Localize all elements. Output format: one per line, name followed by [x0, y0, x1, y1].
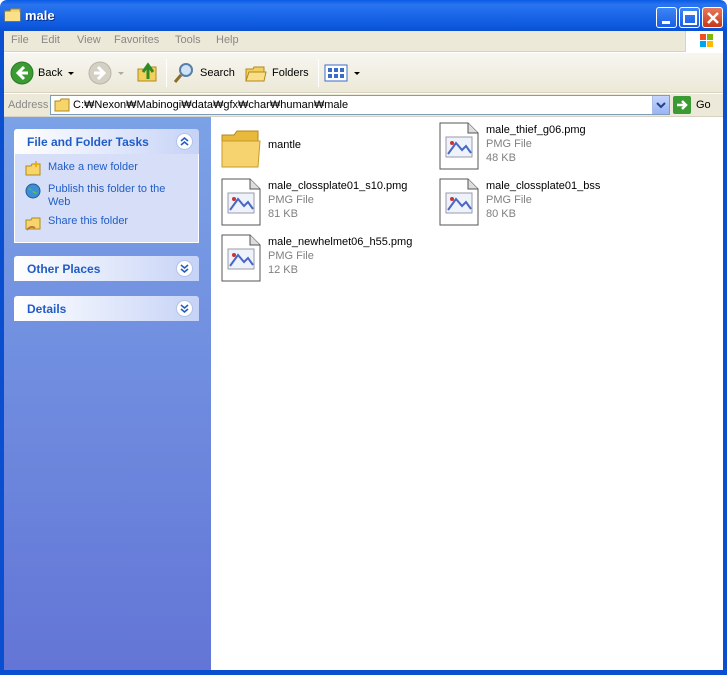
menu-view[interactable]: View	[77, 34, 101, 46]
task-pane: File and Folder Tasks Make a new folder …	[4, 117, 211, 670]
panel-title: Details	[27, 302, 67, 316]
toolbar-separator	[318, 59, 319, 87]
address-input[interactable]: C:₩Nexon₩Mabinogi₩data₩gfx₩char₩human₩ma…	[50, 95, 670, 115]
details-header[interactable]: Details	[14, 296, 199, 321]
close-icon	[707, 12, 719, 24]
folder-icon	[4, 8, 21, 22]
up-folder-icon	[137, 62, 157, 82]
go-arrow-icon	[673, 96, 691, 114]
task-make-new-folder[interactable]: Make a new folder	[25, 161, 190, 177]
file-name: male_newhelmet06_h55.pmg	[268, 236, 413, 248]
file-size: 80 KB	[486, 208, 516, 220]
maximize-button[interactable]	[679, 7, 700, 28]
folder-icon	[221, 130, 261, 168]
file-size: 81 KB	[268, 208, 298, 220]
chevron-down-icon[interactable]	[354, 71, 360, 75]
file-icon	[221, 234, 261, 282]
file-name: male_clossplate01_s10.pmg	[268, 180, 408, 192]
expand-icon[interactable]	[176, 260, 193, 277]
file-type: PMG File	[268, 250, 314, 262]
file-icon	[221, 178, 261, 226]
windows-logo-icon	[685, 31, 723, 52]
forward-button[interactable]	[88, 59, 124, 87]
other-places-panel: Other Places	[14, 256, 199, 281]
views-button[interactable]	[324, 59, 360, 87]
back-button[interactable]: Back	[10, 59, 75, 87]
folder-item[interactable]: mantle	[220, 123, 430, 175]
file-type: PMG File	[486, 194, 532, 206]
menu-help[interactable]: Help	[216, 34, 239, 46]
task-label: Make a new folder	[48, 161, 138, 173]
search-label: Search	[200, 67, 235, 79]
menu-favorites[interactable]: Favorites	[114, 34, 159, 46]
panel-title: Other Places	[27, 262, 101, 276]
up-folder-button[interactable]	[136, 59, 160, 87]
file-type: PMG File	[486, 138, 532, 150]
chevron-down-icon[interactable]	[68, 71, 75, 75]
window-border-bottom	[0, 670, 727, 675]
task-share-folder[interactable]: Share this folder	[25, 215, 190, 231]
address-bar: Address C:₩Nexon₩Mabinogi₩data₩gfx₩char₩…	[4, 94, 723, 117]
window-border-right	[723, 31, 727, 675]
title-bar[interactable]: male	[0, 0, 727, 31]
window-border-left	[0, 31, 4, 675]
window-title: male	[25, 8, 55, 23]
chevron-down-icon[interactable]	[118, 71, 124, 75]
file-name: male_thief_g06.pmg	[486, 124, 586, 136]
file-list-area[interactable]: mantle male_thief_g06.pmg PMG File 48 KB…	[211, 117, 723, 670]
maximize-icon	[683, 11, 697, 25]
minimize-icon	[662, 21, 670, 24]
back-arrow-icon	[10, 61, 34, 85]
back-label: Back	[38, 67, 63, 79]
menu-bar: File Edit View Favorites Tools Help	[4, 31, 723, 52]
expand-icon[interactable]	[176, 300, 193, 317]
address-label: Address	[8, 99, 49, 111]
task-label: Share this folder	[48, 215, 129, 227]
file-icon	[439, 122, 479, 170]
menu-file[interactable]: File	[11, 34, 29, 46]
address-path: C:₩Nexon₩Mabinogi₩data₩gfx₩char₩human₩ma…	[73, 99, 349, 111]
file-icon	[439, 178, 479, 226]
details-panel: Details	[14, 296, 199, 321]
file-name: mantle	[268, 139, 302, 151]
new-folder-icon	[25, 161, 41, 176]
chevron-down-icon	[656, 102, 666, 109]
file-item[interactable]: male_clossplate01_bss PMG File 80 KB	[438, 177, 648, 229]
toolbar: Back Search Folders	[4, 53, 723, 93]
file-folder-tasks-panel: File and Folder Tasks Make a new folder …	[14, 129, 199, 243]
file-folder-tasks-header[interactable]: File and Folder Tasks	[14, 129, 199, 154]
panel-title: File and Folder Tasks	[27, 135, 149, 149]
minimize-button[interactable]	[656, 7, 677, 28]
views-icon	[324, 64, 348, 82]
publish-web-icon	[25, 183, 41, 199]
task-publish-web[interactable]: Publish this folder to the Web	[25, 183, 190, 209]
collapse-icon[interactable]	[176, 133, 193, 150]
file-item[interactable]: male_newhelmet06_h55.pmg PMG File 12 KB	[220, 233, 430, 285]
search-icon	[173, 63, 193, 83]
task-label: Publish this folder to the Web	[48, 183, 166, 208]
file-type: PMG File	[268, 194, 314, 206]
folders-label: Folders	[272, 67, 309, 79]
file-size: 48 KB	[486, 152, 516, 164]
file-item[interactable]: male_clossplate01_s10.pmg PMG File 81 KB	[220, 177, 430, 229]
folder-icon	[54, 98, 70, 112]
file-name: male_clossplate01_bss	[486, 180, 601, 192]
menu-tools[interactable]: Tools	[175, 34, 201, 46]
other-places-header[interactable]: Other Places	[14, 256, 199, 281]
toolbar-separator	[166, 59, 167, 87]
go-button[interactable]: Go	[673, 96, 711, 114]
folders-button[interactable]: Folders	[244, 59, 309, 87]
file-item[interactable]: male_thief_g06.pmg PMG File 48 KB	[438, 121, 648, 173]
file-size: 12 KB	[268, 264, 298, 276]
file-folder-tasks-body: Make a new folder Publish this folder to…	[14, 154, 199, 243]
close-button[interactable]	[702, 7, 723, 28]
forward-arrow-icon	[88, 61, 112, 85]
go-label: Go	[696, 99, 711, 111]
search-button[interactable]: Search	[172, 59, 235, 87]
menu-edit[interactable]: Edit	[41, 34, 60, 46]
address-dropdown-button[interactable]	[652, 96, 669, 114]
share-folder-icon	[25, 217, 41, 231]
folders-icon	[245, 66, 267, 82]
